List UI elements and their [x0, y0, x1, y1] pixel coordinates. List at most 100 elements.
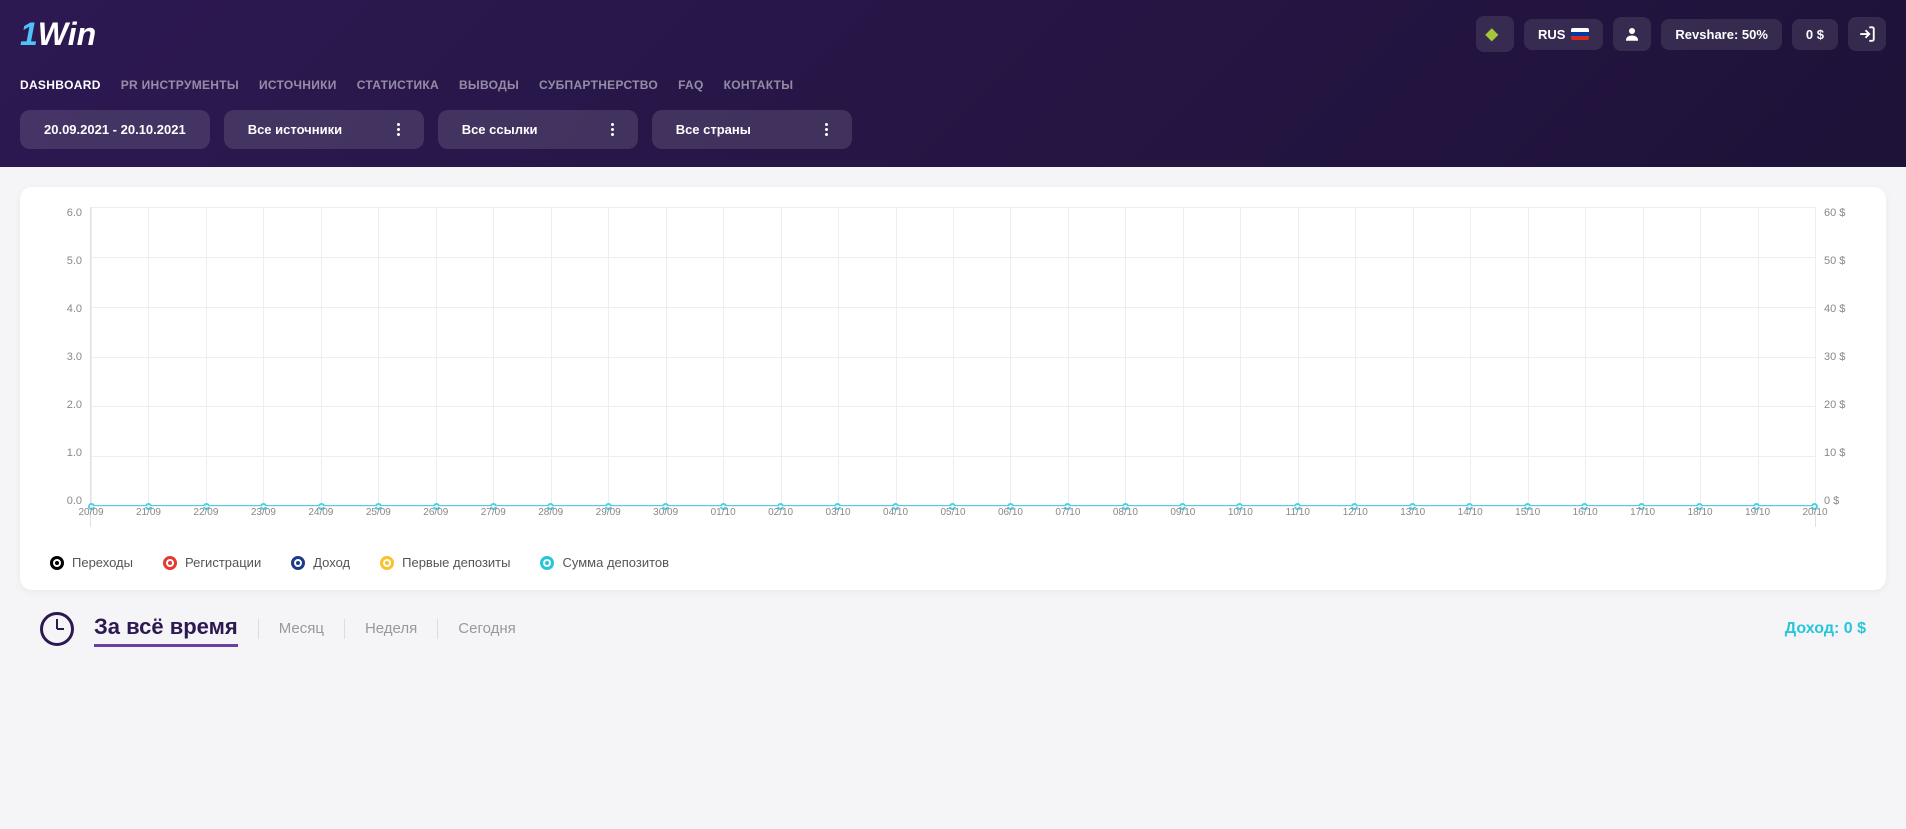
grid-line-h	[91, 506, 1815, 507]
grid-line-h	[91, 357, 1815, 358]
x-tick: 20/09	[78, 507, 103, 518]
y-right-tick: 30 $	[1824, 351, 1856, 363]
links-filter[interactable]: Все ссылки	[438, 110, 638, 149]
time-tab-0[interactable]: За всё время	[94, 610, 238, 647]
x-tick: 24/09	[308, 507, 333, 518]
x-tick: 21/09	[136, 507, 161, 518]
x-tick: 13/10	[1400, 507, 1425, 518]
time-tabs: За всё время Месяц Неделя Сегодня	[40, 610, 516, 647]
y-left-tick: 0.0	[50, 495, 82, 507]
legend-item-2[interactable]: Доход	[291, 555, 350, 570]
x-axis: 20/0921/0922/0923/0924/0925/0926/0927/09…	[91, 507, 1815, 527]
legend-dot-icon	[163, 556, 177, 570]
x-tick: 03/10	[826, 507, 851, 518]
income-value: 0 $	[1844, 620, 1866, 637]
x-tick: 02/10	[768, 507, 793, 518]
chart-area: 6.05.04.03.02.01.00.0 20/0921/0922/0923/…	[50, 207, 1856, 527]
y-left-tick: 4.0	[50, 303, 82, 315]
x-tick: 11/10	[1286, 507, 1310, 518]
y-right-tick: 20 $	[1824, 399, 1856, 411]
grid-line-h	[91, 207, 1815, 208]
legend-dot-icon	[291, 556, 305, 570]
legend-dot-icon	[50, 556, 64, 570]
legend-item-4[interactable]: Сумма депозитов	[540, 555, 669, 570]
x-tick: 26/09	[423, 507, 448, 518]
legend-item-1[interactable]: Регистрации	[163, 555, 261, 570]
language-button[interactable]: RUS	[1524, 19, 1603, 50]
y-right-tick: 40 $	[1824, 303, 1856, 315]
grid-line-h	[91, 406, 1815, 407]
time-tab-3[interactable]: Сегодня	[458, 616, 516, 641]
legend-dot-icon	[380, 556, 394, 570]
android-icon: ◆	[1486, 24, 1498, 44]
income: Доход: 0 $	[1785, 620, 1866, 638]
revshare-button[interactable]: Revshare: 50%	[1661, 19, 1782, 50]
legend-label: Переходы	[72, 555, 133, 570]
balance-label: 0 $	[1806, 27, 1824, 42]
legend-label: Регистрации	[185, 555, 261, 570]
x-tick: 18/10	[1688, 507, 1713, 518]
logout-button[interactable]	[1848, 17, 1886, 51]
x-tick: 28/09	[538, 507, 563, 518]
divider	[258, 619, 259, 639]
y-left-tick: 2.0	[50, 399, 82, 411]
russia-flag-icon	[1571, 28, 1589, 40]
x-tick: 20/10	[1802, 507, 1827, 518]
revshare-label: Revshare: 50%	[1675, 27, 1768, 42]
profile-button[interactable]	[1613, 17, 1651, 51]
bottom-bar: За всё время Месяц Неделя Сегодня Доход: 0 …	[40, 610, 1866, 647]
chart-card: 6.05.04.03.02.01.00.0 20/0921/0922/0923/…	[20, 187, 1886, 590]
legend: Переходы Регистрации Доход Первые депозиты С…	[50, 551, 1856, 570]
clock-icon	[40, 612, 74, 646]
time-tab-1[interactable]: Месяц	[279, 616, 324, 641]
legend-label: Первые депозиты	[402, 555, 510, 570]
countries-label: Все страны	[676, 122, 751, 137]
x-tick: 16/10	[1573, 507, 1598, 518]
y-right-tick: 10 $	[1824, 447, 1856, 459]
header-top: 1Win ◆ RUS Revshare: 50% 0 $	[20, 0, 1886, 68]
legend-label: Сумма депозитов	[562, 555, 669, 570]
nav-item-7[interactable]: КОНТАКТЫ	[724, 78, 794, 92]
nav-item-1[interactable]: PR ИНСТРУМЕНТЫ	[121, 78, 239, 92]
y-right-tick: 50 $	[1824, 255, 1856, 267]
nav-item-4[interactable]: ВЫВОДЫ	[459, 78, 519, 92]
y-left-tick: 3.0	[50, 351, 82, 363]
more-icon	[397, 123, 400, 136]
x-tick: 06/10	[998, 507, 1023, 518]
date-range-filter[interactable]: 20.09.2021 - 20.10.2021	[20, 110, 210, 149]
logo[interactable]: 1Win	[20, 16, 96, 53]
header-right: ◆ RUS Revshare: 50% 0 $	[1476, 16, 1886, 52]
x-tick: 29/09	[596, 507, 621, 518]
divider	[344, 619, 345, 639]
nav-item-2[interactable]: ИСТОЧНИКИ	[259, 78, 337, 92]
x-tick: 25/09	[366, 507, 391, 518]
language-label: RUS	[1538, 27, 1565, 42]
legend-item-0[interactable]: Переходы	[50, 555, 133, 570]
logo-win: Win	[38, 16, 96, 53]
time-tab-2[interactable]: Неделя	[365, 616, 417, 641]
mobile-apps-button[interactable]: ◆	[1476, 16, 1514, 52]
x-tick: 07/10	[1055, 507, 1080, 518]
balance-button[interactable]: 0 $	[1792, 19, 1838, 50]
nav-item-0[interactable]: DASHBOARD	[20, 78, 101, 92]
y-axis-right: 60 $50 $40 $30 $20 $10 $0 $	[1816, 207, 1856, 527]
sources-label: Все источники	[248, 122, 342, 137]
y-left-tick: 1.0	[50, 447, 82, 459]
legend-item-3[interactable]: Первые депозиты	[380, 555, 510, 570]
sources-filter[interactable]: Все источники	[224, 110, 424, 149]
y-left-tick: 6.0	[50, 207, 82, 219]
x-tick: 04/10	[883, 507, 908, 518]
nav-item-3[interactable]: СТАТИСТИКА	[357, 78, 439, 92]
x-tick: 12/10	[1343, 507, 1368, 518]
nav-item-5[interactable]: СУБПАРТНЕРСТВО	[539, 78, 658, 92]
date-range-label: 20.09.2021 - 20.10.2021	[44, 122, 186, 137]
nav-item-6[interactable]: FAQ	[678, 78, 704, 92]
filters: 20.09.2021 - 20.10.2021 Все источники Вс…	[20, 102, 1886, 167]
countries-filter[interactable]: Все страны	[652, 110, 852, 149]
header: 1Win ◆ RUS Revshare: 50% 0 $	[0, 0, 1906, 167]
nav: DASHBOARD PR ИНСТРУМЕНТЫ ИСТОЧНИКИ СТАТИСТИ…	[20, 68, 1886, 102]
x-tick: 19/10	[1745, 507, 1770, 518]
x-tick: 30/09	[653, 507, 678, 518]
logout-icon	[1858, 25, 1876, 43]
legend-dot-icon	[540, 556, 554, 570]
